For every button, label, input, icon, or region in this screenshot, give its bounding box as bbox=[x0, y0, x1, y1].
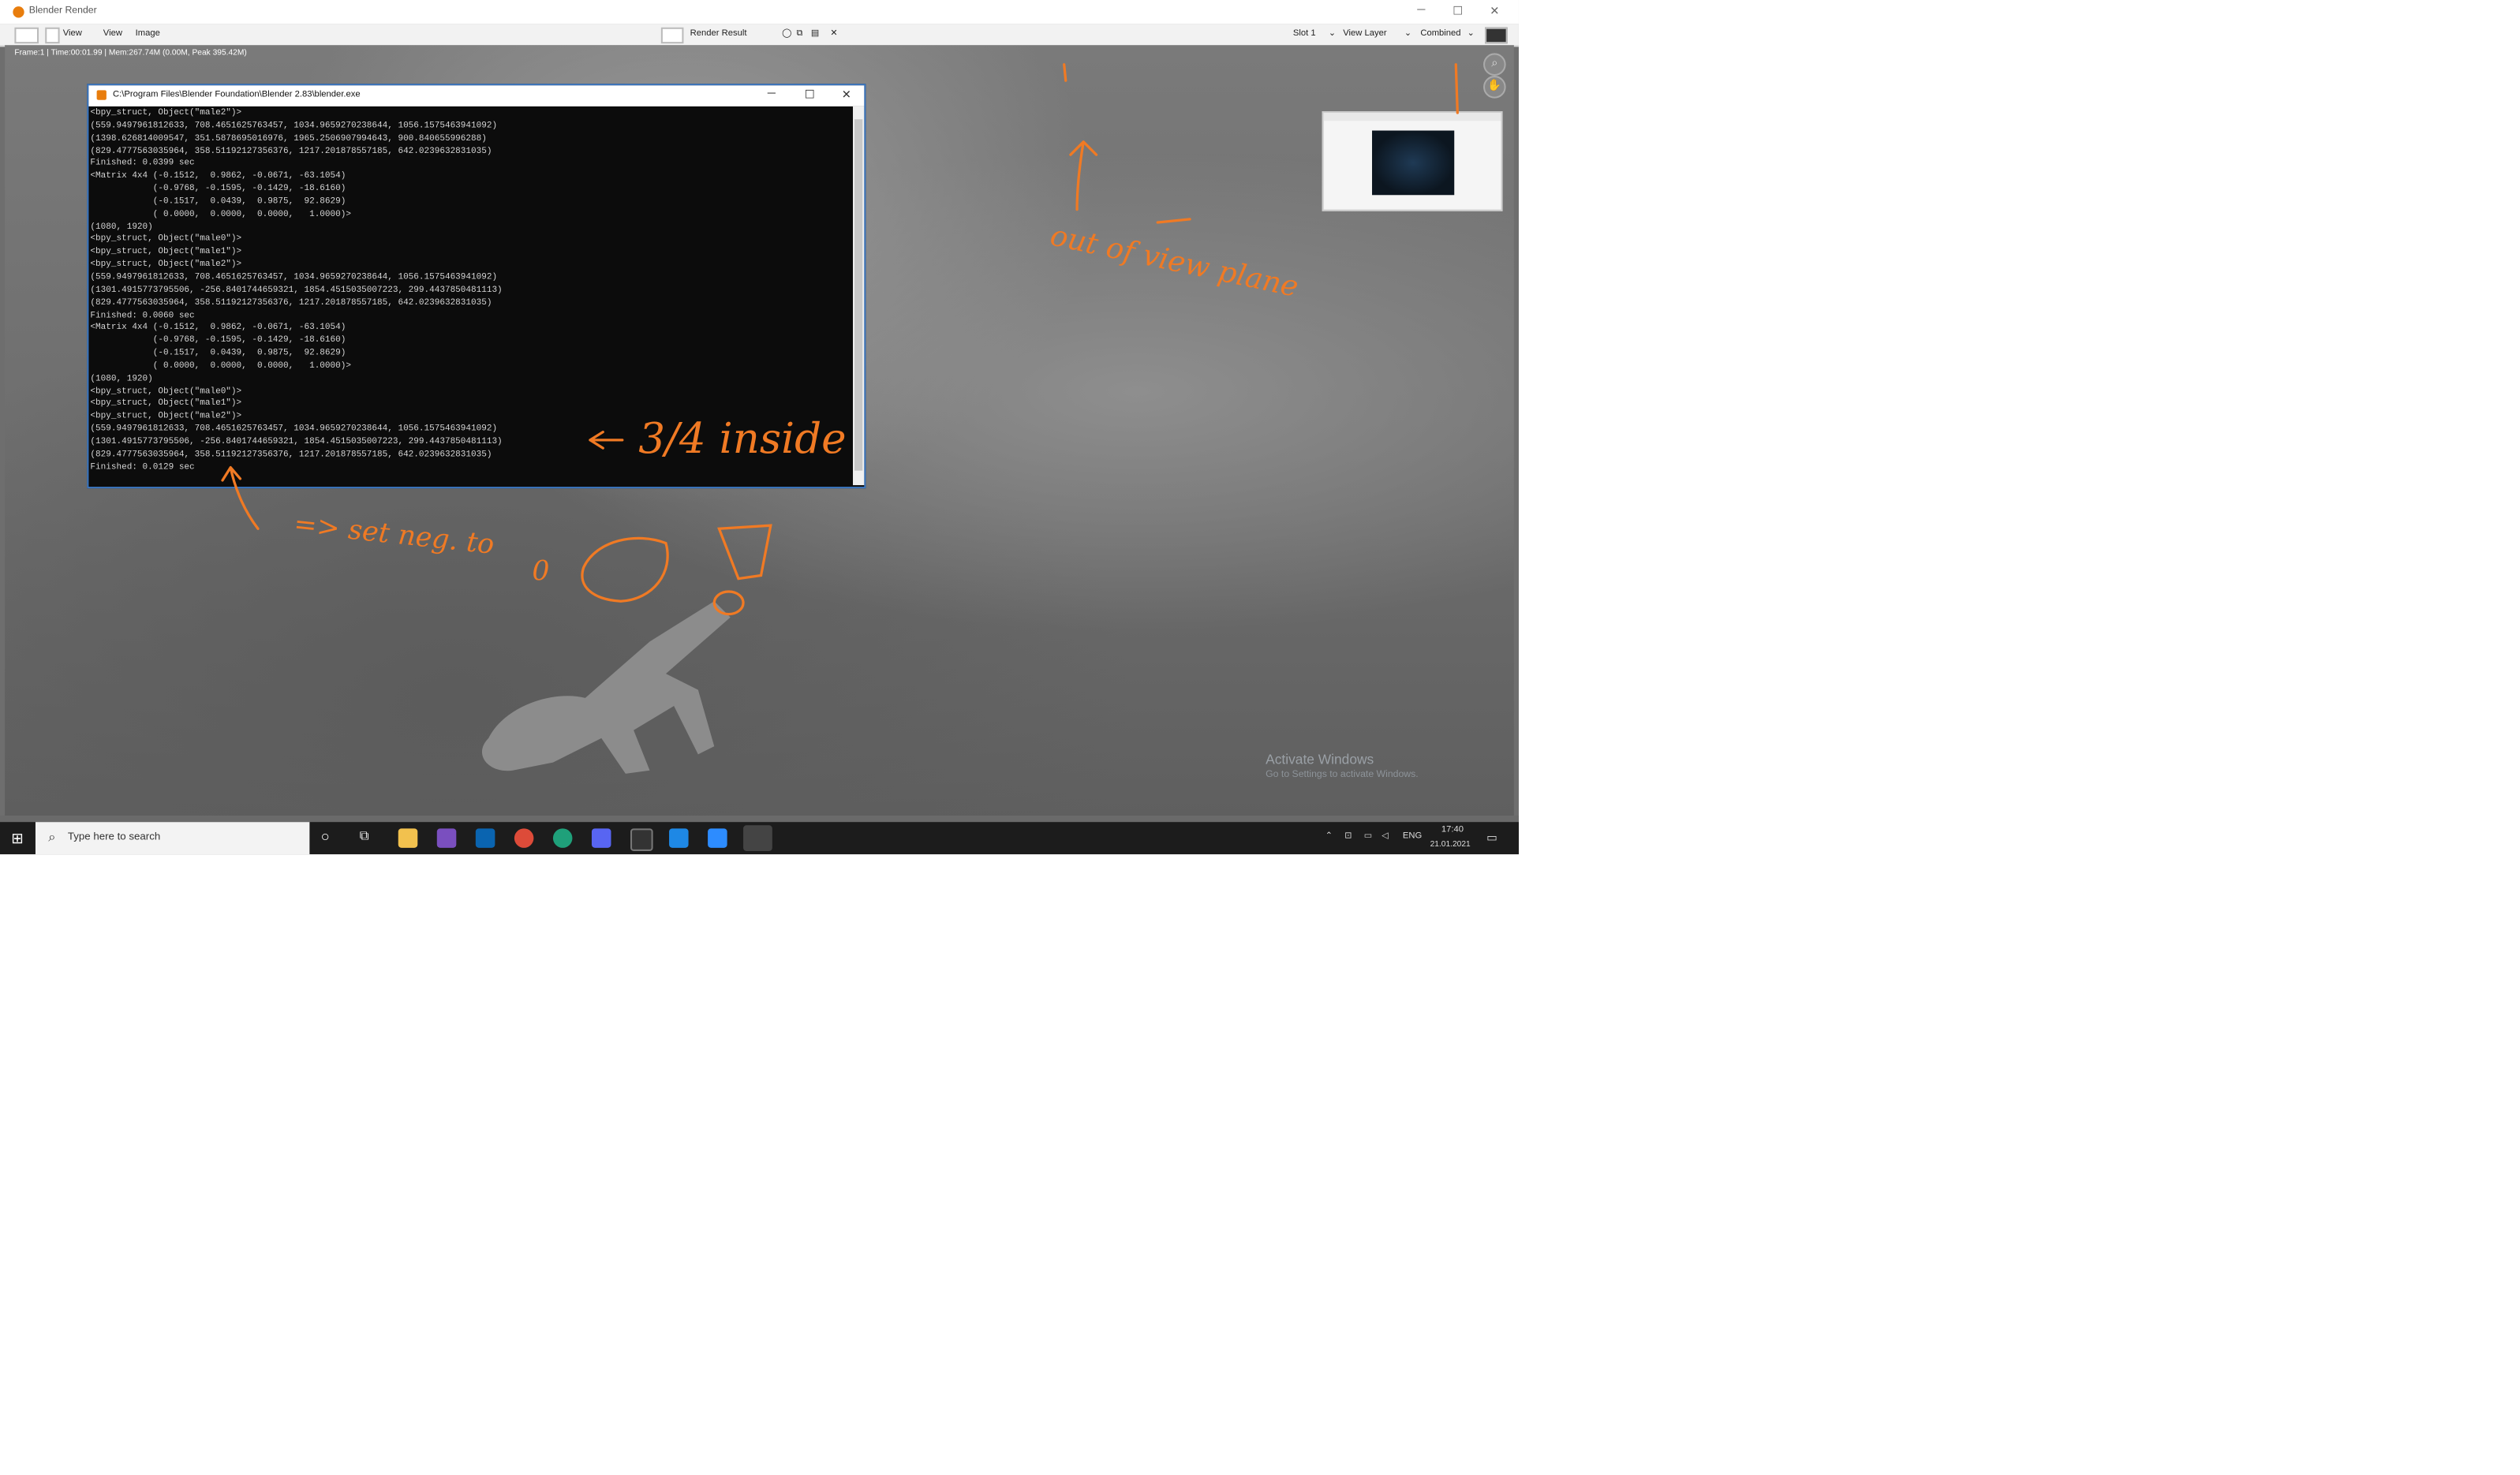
view-menu[interactable]: View bbox=[103, 29, 122, 39]
slot-dropdown[interactable]: Slot 1 bbox=[1293, 29, 1316, 39]
display-channels-icon[interactable] bbox=[1485, 27, 1508, 44]
console-maximize-button[interactable]: ☐ bbox=[805, 88, 815, 101]
taskbar-search-box[interactable]: ⌕ Type here to search bbox=[35, 822, 310, 855]
language-indicator[interactable]: ENG bbox=[1403, 831, 1422, 841]
image-browse-icon[interactable] bbox=[660, 27, 684, 44]
render-pass-dropdown[interactable]: Combined bbox=[1420, 29, 1460, 39]
pan-hand-icon[interactable]: ✋ bbox=[1483, 76, 1506, 99]
view-layer-dropdown[interactable]: View Layer bbox=[1343, 29, 1386, 39]
view-mode-icon[interactable] bbox=[45, 27, 60, 44]
status-bar bbox=[0, 816, 1519, 823]
view-menu-dropdown[interactable]: View bbox=[63, 29, 82, 39]
preview-thumbnail[interactable] bbox=[1322, 111, 1503, 211]
discord-icon[interactable] bbox=[591, 828, 611, 848]
fake-user-icon[interactable]: ◯ bbox=[782, 29, 792, 39]
search-icon: ⌕ bbox=[48, 830, 56, 845]
task-view-icon[interactable]: ⧉ bbox=[360, 828, 379, 848]
clock-date[interactable]: 21.01.2021 bbox=[1430, 840, 1471, 850]
image-menu[interactable]: Image bbox=[136, 29, 160, 39]
scrollbar-thumb[interactable] bbox=[854, 119, 863, 471]
person-silhouette bbox=[481, 601, 731, 774]
search-placeholder: Type here to search bbox=[67, 831, 161, 843]
console-title: C:\Program Files\Blender Foundation\Blen… bbox=[113, 90, 361, 100]
unlink-image-icon[interactable]: ✕ bbox=[830, 29, 837, 39]
console-minimize-button[interactable]: ─ bbox=[768, 88, 776, 99]
image-editor-header: View View Image Render Result ◯ ⧉ ▤ ✕ Sl… bbox=[0, 24, 1519, 47]
duplicate-image-icon[interactable]: ⧉ bbox=[796, 29, 802, 40]
clock-time[interactable]: 17:40 bbox=[1441, 825, 1464, 835]
editor-type-dropdown[interactable] bbox=[14, 27, 39, 44]
view-layer-chevron-icon: ⌄ bbox=[1404, 28, 1412, 39]
chrome-icon[interactable] bbox=[514, 828, 534, 848]
blender-render-window: Blender Render ─ ☐ ✕ View View Image Ren… bbox=[0, 0, 1519, 855]
vscode-icon[interactable] bbox=[669, 828, 689, 848]
zoom-app-icon[interactable] bbox=[708, 828, 727, 848]
maximize-button[interactable]: ☐ bbox=[1453, 5, 1463, 17]
activate-windows-title: Activate Windows bbox=[1266, 751, 1374, 767]
close-button[interactable]: ✕ bbox=[1490, 5, 1499, 17]
windows-start-icon[interactable]: ⊞ bbox=[11, 830, 27, 846]
terminal-icon[interactable] bbox=[630, 828, 653, 851]
blender-exe-icon bbox=[96, 90, 107, 100]
blender-taskbar-icon[interactable] bbox=[743, 825, 772, 851]
tray-chevron-icon[interactable]: ⌃ bbox=[1325, 831, 1333, 841]
zoom-icon[interactable]: ⌕ bbox=[1483, 53, 1506, 77]
tray-network-icon[interactable]: ⊡ bbox=[1344, 831, 1352, 841]
render-stats: Frame:1 | Time:00:01.99 | Mem:267.74M (0… bbox=[14, 48, 247, 58]
console-close-button[interactable]: ✕ bbox=[842, 88, 851, 101]
thumbnail-image bbox=[1372, 130, 1455, 196]
edge-icon[interactable] bbox=[552, 828, 573, 848]
cortana-icon[interactable]: ○ bbox=[321, 828, 341, 848]
slot-chevron-icon: ⌄ bbox=[1328, 28, 1337, 39]
activate-windows-subtitle: Go to Settings to activate Windows. bbox=[1266, 770, 1419, 781]
tray-volume-icon[interactable]: ◁ bbox=[1382, 831, 1389, 841]
pass-chevron-icon: ⌄ bbox=[1467, 28, 1475, 39]
blender-logo-icon bbox=[13, 6, 24, 18]
console-output: <bpy_struct, Object("male2")> (559.94979… bbox=[90, 107, 503, 472]
open-image-icon[interactable]: ▤ bbox=[811, 29, 820, 39]
console-title-bar: C:\Program Files\Blender Foundation\Blen… bbox=[88, 85, 865, 106]
notification-icon[interactable]: ▭ bbox=[1486, 831, 1497, 844]
console-window[interactable]: C:\Program Files\Blender Foundation\Blen… bbox=[87, 84, 866, 489]
console-scrollbar[interactable] bbox=[853, 106, 865, 486]
store-icon[interactable] bbox=[475, 828, 495, 848]
minimize-button[interactable]: ─ bbox=[1417, 5, 1425, 16]
tray-display-icon[interactable]: ▭ bbox=[1364, 831, 1373, 841]
visual-studio-icon[interactable] bbox=[436, 828, 457, 848]
window-title: Blender Render bbox=[28, 6, 97, 17]
title-bar: Blender Render ─ ☐ ✕ bbox=[0, 0, 1519, 24]
image-name-field[interactable]: Render Result bbox=[690, 29, 747, 39]
windows-taskbar: ⊞ ⌕ Type here to search ○ ⧉ ⌃ ⊡ ▭ ◁ ENG … bbox=[0, 822, 1519, 855]
file-explorer-icon[interactable] bbox=[398, 828, 418, 848]
thumbnail-header bbox=[1323, 113, 1501, 121]
